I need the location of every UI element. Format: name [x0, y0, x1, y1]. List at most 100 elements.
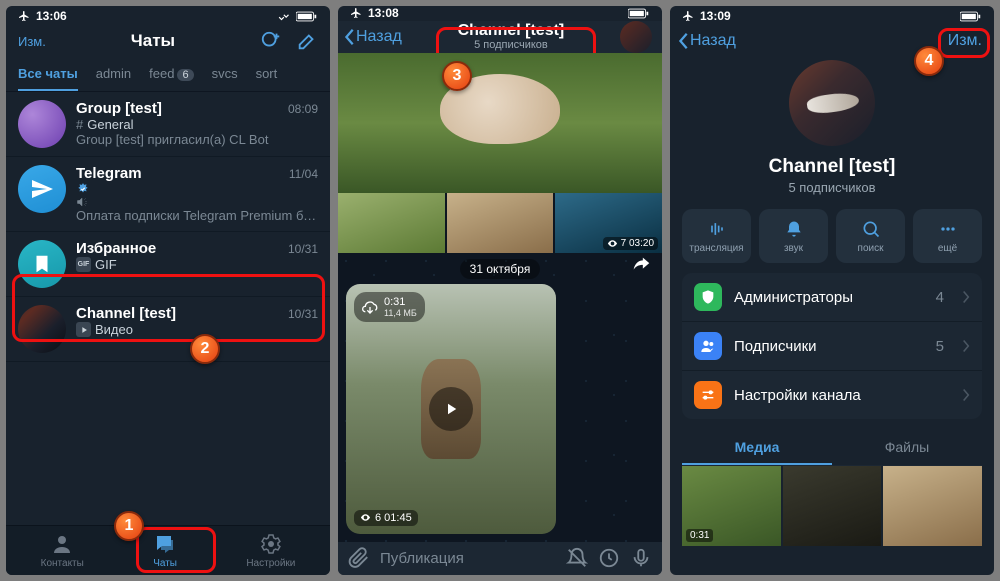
chat-name: Group [test] — [76, 100, 162, 117]
new-group-icon[interactable] — [260, 30, 282, 52]
video-icon — [76, 322, 91, 337]
stream-icon — [707, 219, 727, 239]
chats-header: Изм. Чаты — [6, 26, 330, 58]
media-message-large[interactable] — [338, 53, 662, 193]
callout-3: 3 — [442, 61, 472, 91]
row-value: 5 — [936, 338, 944, 355]
media-tab[interactable]: Файлы — [832, 431, 982, 465]
action-search[interactable]: поиск — [836, 209, 905, 263]
page-title: Чаты — [131, 31, 175, 51]
channel-title-block[interactable]: Channel [test] 5 подписчиков — [408, 22, 614, 52]
chat-name: Telegram — [76, 165, 142, 208]
channel-title: Channel [test] — [408, 22, 614, 40]
row-label: Настройки канала — [734, 387, 944, 404]
channel-settings-list: Администраторы4Подписчики5 Настройки кана… — [682, 273, 982, 419]
back-button[interactable]: Назад — [678, 32, 736, 50]
action-more[interactable]: ещё — [913, 209, 982, 263]
status-time: 13:06 — [36, 9, 67, 23]
media-thumb[interactable] — [447, 193, 554, 253]
gif-icon: GIF — [76, 257, 91, 272]
action-stream[interactable]: трансляция — [682, 209, 751, 263]
avatar — [18, 165, 66, 213]
battery-icon — [296, 11, 318, 22]
media-thumbnail-row: 7 03:20 — [338, 193, 662, 253]
phone-channel-profile: 13:09 Назад Изм. 4 Channel [test] 5 подп… — [670, 6, 994, 575]
folder-tab[interactable]: admin — [96, 60, 131, 91]
channel-avatar-large[interactable] — [789, 60, 875, 146]
folder-tab[interactable]: svcs — [212, 60, 238, 91]
chat-time: 11/04 — [289, 167, 318, 181]
status-bar: 13:08 — [338, 6, 662, 21]
back-button[interactable]: Назад — [344, 28, 402, 46]
composer-input[interactable]: Публикация — [380, 550, 556, 567]
chat-name: Channel [test] — [76, 305, 176, 322]
channel-avatar-small[interactable] — [620, 21, 652, 53]
share-icon[interactable] — [630, 253, 652, 275]
date-separator: 31 октября — [338, 261, 662, 276]
folder-tab[interactable]: feed6 — [149, 60, 193, 91]
views-count: 6 01:45 — [375, 512, 412, 524]
status-right — [278, 11, 318, 22]
chat-preview: Group [test] пригласил(а) CL Bot — [76, 132, 318, 147]
media-thumb[interactable] — [338, 193, 445, 253]
status-bar: 13:06 — [6, 6, 330, 26]
tab-chats[interactable]: Чаты — [153, 532, 177, 569]
media-cell[interactable]: 0:31 — [682, 466, 781, 546]
action-buttons: трансляциязвукпоискещё — [682, 209, 982, 263]
avatar — [18, 100, 66, 148]
chat-row[interactable]: Избранное10/31GIFGIF — [6, 232, 330, 297]
edit-button[interactable]: Изм. — [948, 32, 982, 50]
tab-contact[interactable]: Контакты — [41, 532, 84, 569]
composer: Публикация — [338, 542, 662, 575]
video-duration: 0:31 — [384, 296, 417, 308]
chat-row[interactable]: Telegram 11/04 Оплата подписки Telegram P… — [6, 157, 330, 232]
media-thumb[interactable]: 7 03:20 — [555, 193, 662, 253]
folder-tabs: Все чаты admin feed6 svcs sort — [6, 58, 330, 92]
chevron-right-icon — [962, 290, 970, 304]
channel-header[interactable]: Назад Channel [test] 5 подписчиков — [338, 21, 662, 53]
media-cell[interactable] — [883, 466, 982, 546]
settings-row[interactable]: Подписчики5 — [682, 322, 982, 371]
views-count: 7 03:20 — [621, 238, 654, 249]
compose-icon[interactable] — [296, 30, 318, 52]
silent-icon[interactable] — [566, 547, 588, 569]
chat-preview: Оплата подписки Telegram Premium банковс… — [76, 208, 318, 223]
video-size: 11,4 МБ — [384, 308, 417, 318]
tab-settings[interactable]: Настройки — [246, 532, 295, 569]
mic-icon[interactable] — [630, 547, 652, 569]
media-grid: 0:31 — [682, 466, 982, 546]
channel-subtitle: 5 подписчиков — [408, 39, 614, 51]
users-icon — [694, 332, 722, 360]
settings-row[interactable]: Администраторы4 — [682, 273, 982, 322]
media-cell[interactable] — [783, 466, 882, 546]
settings-row[interactable]: Настройки канала — [682, 371, 982, 419]
chat-subtitle: #General — [76, 117, 318, 132]
edit-button[interactable]: Изм. — [18, 34, 46, 49]
chevron-right-icon — [962, 388, 970, 402]
status-time: 13:09 — [700, 9, 731, 23]
chat-name: Избранное — [76, 240, 156, 257]
schedule-icon[interactable] — [598, 547, 620, 569]
channel-title: Channel [test] — [769, 156, 896, 178]
status-time: 13:08 — [368, 6, 399, 20]
folder-tab[interactable]: sort — [256, 60, 278, 91]
attach-icon[interactable] — [348, 547, 370, 569]
video-message[interactable]: 0:31 11,4 МБ 6 01:45 — [346, 284, 556, 534]
chat-row[interactable]: Group [test]08:09#GeneralGroup [test] пр… — [6, 92, 330, 157]
sliders-icon — [694, 381, 722, 409]
media-tab[interactable]: Медиа — [682, 431, 832, 465]
phone-chats-list: 13:06 Изм. Чаты Все чаты admin feed6 svcsso… — [6, 6, 330, 575]
chat-area[interactable]: 7 03:20 31 октября 0:31 11,4 МБ 6 01:45 — [338, 53, 662, 542]
row-label: Администраторы — [734, 289, 924, 306]
action-bell[interactable]: звук — [759, 209, 828, 263]
chat-row[interactable]: Channel [test]10/31Видео — [6, 297, 330, 362]
play-icon[interactable] — [429, 387, 473, 431]
chat-time: 10/31 — [288, 242, 318, 256]
search-icon — [861, 219, 881, 239]
chat-list: Group [test]08:09#GeneralGroup [test] пр… — [6, 92, 330, 525]
chevron-right-icon — [962, 339, 970, 353]
media-tabs: МедиаФайлы — [682, 431, 982, 466]
chat-time: 10/31 — [288, 307, 318, 321]
more-icon — [938, 219, 958, 239]
folder-tab[interactable]: Все чаты — [18, 60, 78, 91]
